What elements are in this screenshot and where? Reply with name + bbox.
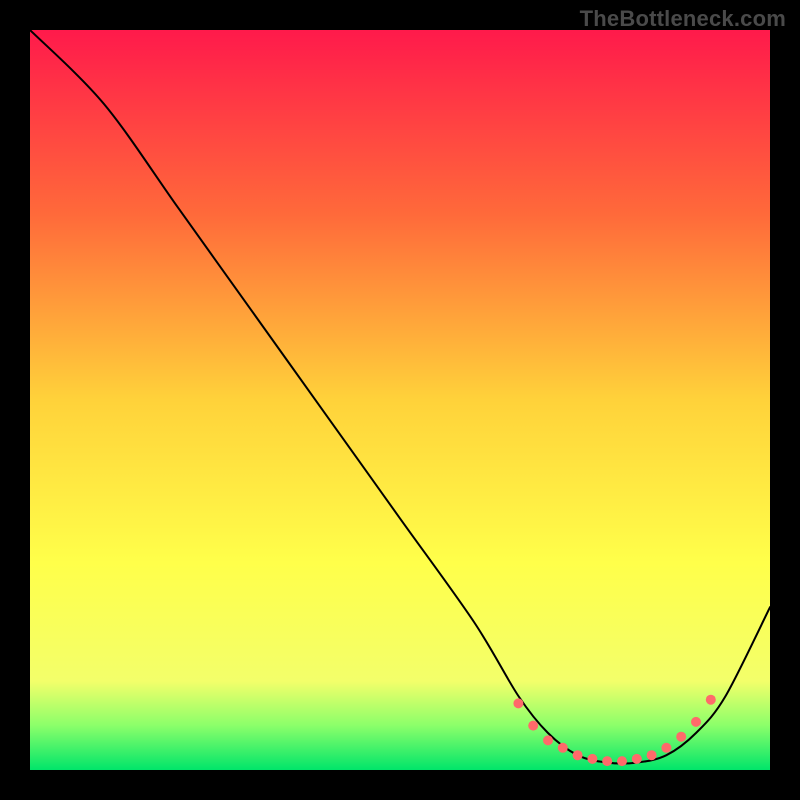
chart-svg [30,30,770,770]
data-point [706,695,716,705]
data-point [573,750,583,760]
data-point [691,717,701,727]
chart-container: TheBottleneck.com [0,0,800,800]
data-point [632,754,642,764]
data-point [513,698,523,708]
data-point [647,750,657,760]
data-point [661,743,671,753]
data-point [602,756,612,766]
data-point [587,754,597,764]
plot-area [30,30,770,770]
watermark-text: TheBottleneck.com [580,6,786,32]
data-point [558,743,568,753]
data-point [528,721,538,731]
data-point [676,732,686,742]
data-point [543,735,553,745]
chart-background [30,30,770,770]
data-point [617,756,627,766]
